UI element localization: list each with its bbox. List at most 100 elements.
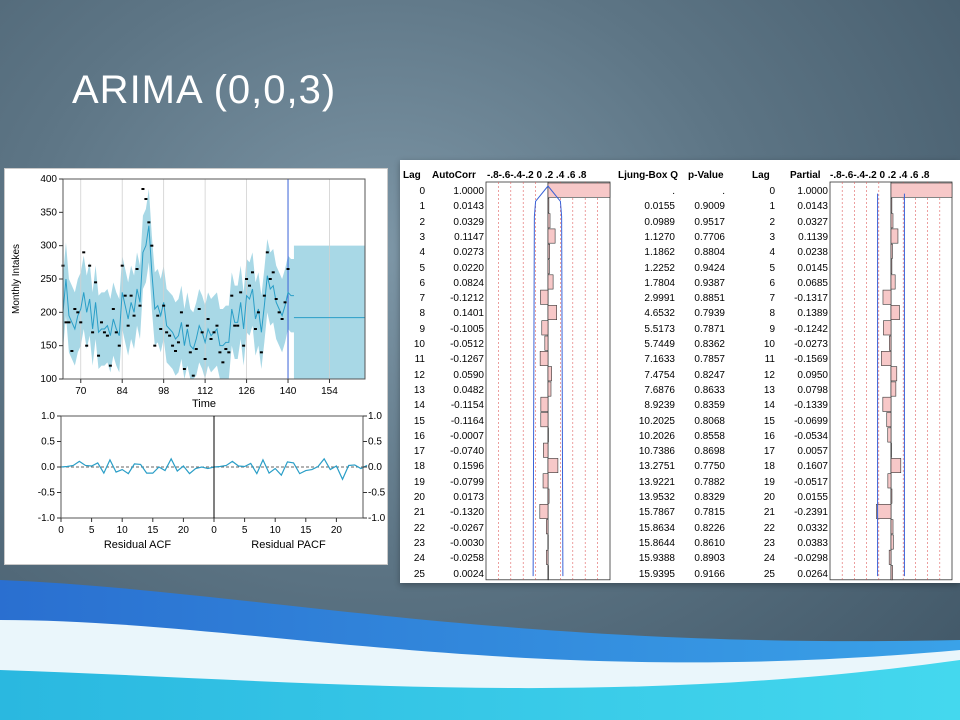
cell-lag: 9 <box>769 323 775 335</box>
cell-autocorr: -0.0267 <box>450 522 484 534</box>
cell-autocorr: -0.0007 <box>450 430 484 442</box>
table-row: 7 -0.1212 2.9991 0.8851 7 -0.1317 <box>400 293 960 308</box>
cell-lag: 10 <box>763 339 775 350</box>
actual-point <box>239 291 243 294</box>
actual-point <box>97 354 101 357</box>
actual-point <box>197 308 201 310</box>
actual-point <box>179 311 183 314</box>
residual-y-tick-label-left: -1.0 <box>38 513 56 524</box>
actual-point <box>108 364 112 367</box>
cell-pvalue: 0.8633 <box>694 384 725 396</box>
cell-ljung: 10.2026 <box>638 430 675 442</box>
actual-point <box>242 344 246 347</box>
cell-ljung: 7.4754 <box>644 369 675 381</box>
cell-partial: 0.0327 <box>797 216 828 228</box>
cell-pvalue: 0.8247 <box>694 369 725 381</box>
cell-pvalue: 0.7706 <box>694 231 725 243</box>
cell-autocorr: 0.0590 <box>453 369 484 381</box>
residual-acf-line <box>60 457 215 475</box>
cell-ljung: 1.1270 <box>644 231 675 243</box>
actual-point <box>165 331 169 334</box>
cell-ljung: 15.9388 <box>638 553 675 565</box>
bottom-wave-decoration <box>0 580 960 720</box>
cell-pvalue: 0.8903 <box>694 553 725 565</box>
actual-point <box>248 284 252 287</box>
cell-lag: 15 <box>763 415 775 427</box>
confidence-band <box>63 189 365 379</box>
cell-lag: 14 <box>763 400 775 412</box>
cell-lag: 1 <box>769 201 775 213</box>
cell-partial: 0.0950 <box>797 369 828 381</box>
actual-point <box>79 321 83 324</box>
residual-x-tick-label: 0 <box>58 525 64 536</box>
header-scale2: -.8-.6-.4-.2 0 .2 .4 .6 .8 <box>830 170 930 181</box>
table-row: 2 0.0329 0.0989 0.9517 2 0.0327 <box>400 217 960 232</box>
cell-partial: -0.1569 <box>794 354 828 366</box>
cell-pvalue: 0.8068 <box>694 415 725 427</box>
table-row: 8 0.1401 4.6532 0.7939 8 0.1389 <box>400 308 960 323</box>
actual-point <box>171 344 175 347</box>
actual-point <box>123 294 127 297</box>
residual-y-tick-label-left: 0.0 <box>41 462 55 473</box>
actual-point <box>117 344 121 347</box>
table-row: 23 -0.0030 15.8644 0.8610 23 0.0383 <box>400 538 960 553</box>
cell-autocorr: 0.0329 <box>453 216 484 228</box>
table-row: 4 0.0273 1.1862 0.8804 4 0.0238 <box>400 247 960 262</box>
cell-ljung: 7.6876 <box>644 384 675 396</box>
cell-autocorr: 0.0173 <box>453 492 484 503</box>
y-axis-title: Monthly Intakes <box>11 244 22 314</box>
cell-pvalue: 0.7882 <box>694 476 725 488</box>
cell-ljung: 1.1862 <box>644 247 675 259</box>
cell-autocorr: -0.0799 <box>450 476 484 488</box>
cell-ljung: 1.7804 <box>644 277 675 289</box>
cell-lag: 2 <box>769 216 775 228</box>
cell-pvalue: 0.9009 <box>694 201 725 213</box>
cell-ljung: 15.9395 <box>638 568 675 580</box>
actual-point <box>265 251 269 254</box>
cell-pvalue: 0.9166 <box>694 568 725 580</box>
cell-pvalue: 0.8698 <box>694 446 725 458</box>
table-row: 10 -0.0512 5.7449 0.8362 10 -0.0273 <box>400 339 960 354</box>
actual-point <box>283 301 287 304</box>
cell-pvalue: 0.7939 <box>694 308 725 320</box>
residual-y-tick-label-right: 0.0 <box>368 462 382 473</box>
actual-point <box>200 331 204 334</box>
cell-partial: 0.0143 <box>797 201 828 213</box>
table-row: 11 -0.1267 7.1633 0.7857 11 -0.1569 <box>400 354 960 369</box>
actual-point <box>230 294 234 297</box>
x-tick-label: 140 <box>280 386 297 397</box>
x-tick-label: 154 <box>321 386 338 397</box>
actual-point <box>218 351 222 354</box>
x-tick-label: 70 <box>75 386 87 397</box>
cell-ljung: 2.9991 <box>644 293 675 305</box>
cell-autocorr: 0.0024 <box>453 568 484 580</box>
header-ljung: Ljung-Box Q <box>618 170 678 181</box>
actual-point <box>64 321 68 324</box>
actual-point <box>280 318 284 320</box>
table-row: 17 -0.0740 10.7386 0.8698 17 0.0057 <box>400 446 960 461</box>
actual-point <box>209 338 213 340</box>
cell-ljung: 8.9239 <box>644 400 675 412</box>
cell-partial: 0.1389 <box>797 308 828 320</box>
header-lag2: Lag <box>752 170 770 181</box>
cell-partial: 0.1139 <box>798 231 828 243</box>
actual-point <box>224 348 228 350</box>
residual-y-tick-label-left: -0.5 <box>38 488 56 499</box>
x-axis-title: Time <box>192 398 216 410</box>
actual-point <box>227 351 231 354</box>
cell-lag: 0 <box>769 186 775 197</box>
actual-point <box>91 331 95 334</box>
cell-autocorr: -0.1154 <box>450 400 484 412</box>
cell-lag: 19 <box>763 476 775 488</box>
actual-point <box>105 334 109 337</box>
actual-point <box>185 324 189 327</box>
forecast-panel: 400 350 300 250 200 150 100 70 84 98 112 126 140 154 T… <box>4 168 388 565</box>
x-tick-label: 98 <box>158 386 170 397</box>
table-row: 16 -0.0007 10.2026 0.8558 16 -0.0534 <box>400 431 960 446</box>
residual-y-tick-label-left: 1.0 <box>41 411 55 422</box>
cell-pvalue: 0.8610 <box>694 537 725 549</box>
table-row: 15 -0.1164 10.2025 0.8068 15 -0.0699 <box>400 416 960 431</box>
actual-point <box>144 198 148 200</box>
cell-partial: -0.0517 <box>794 476 828 488</box>
actual-point <box>73 308 77 310</box>
